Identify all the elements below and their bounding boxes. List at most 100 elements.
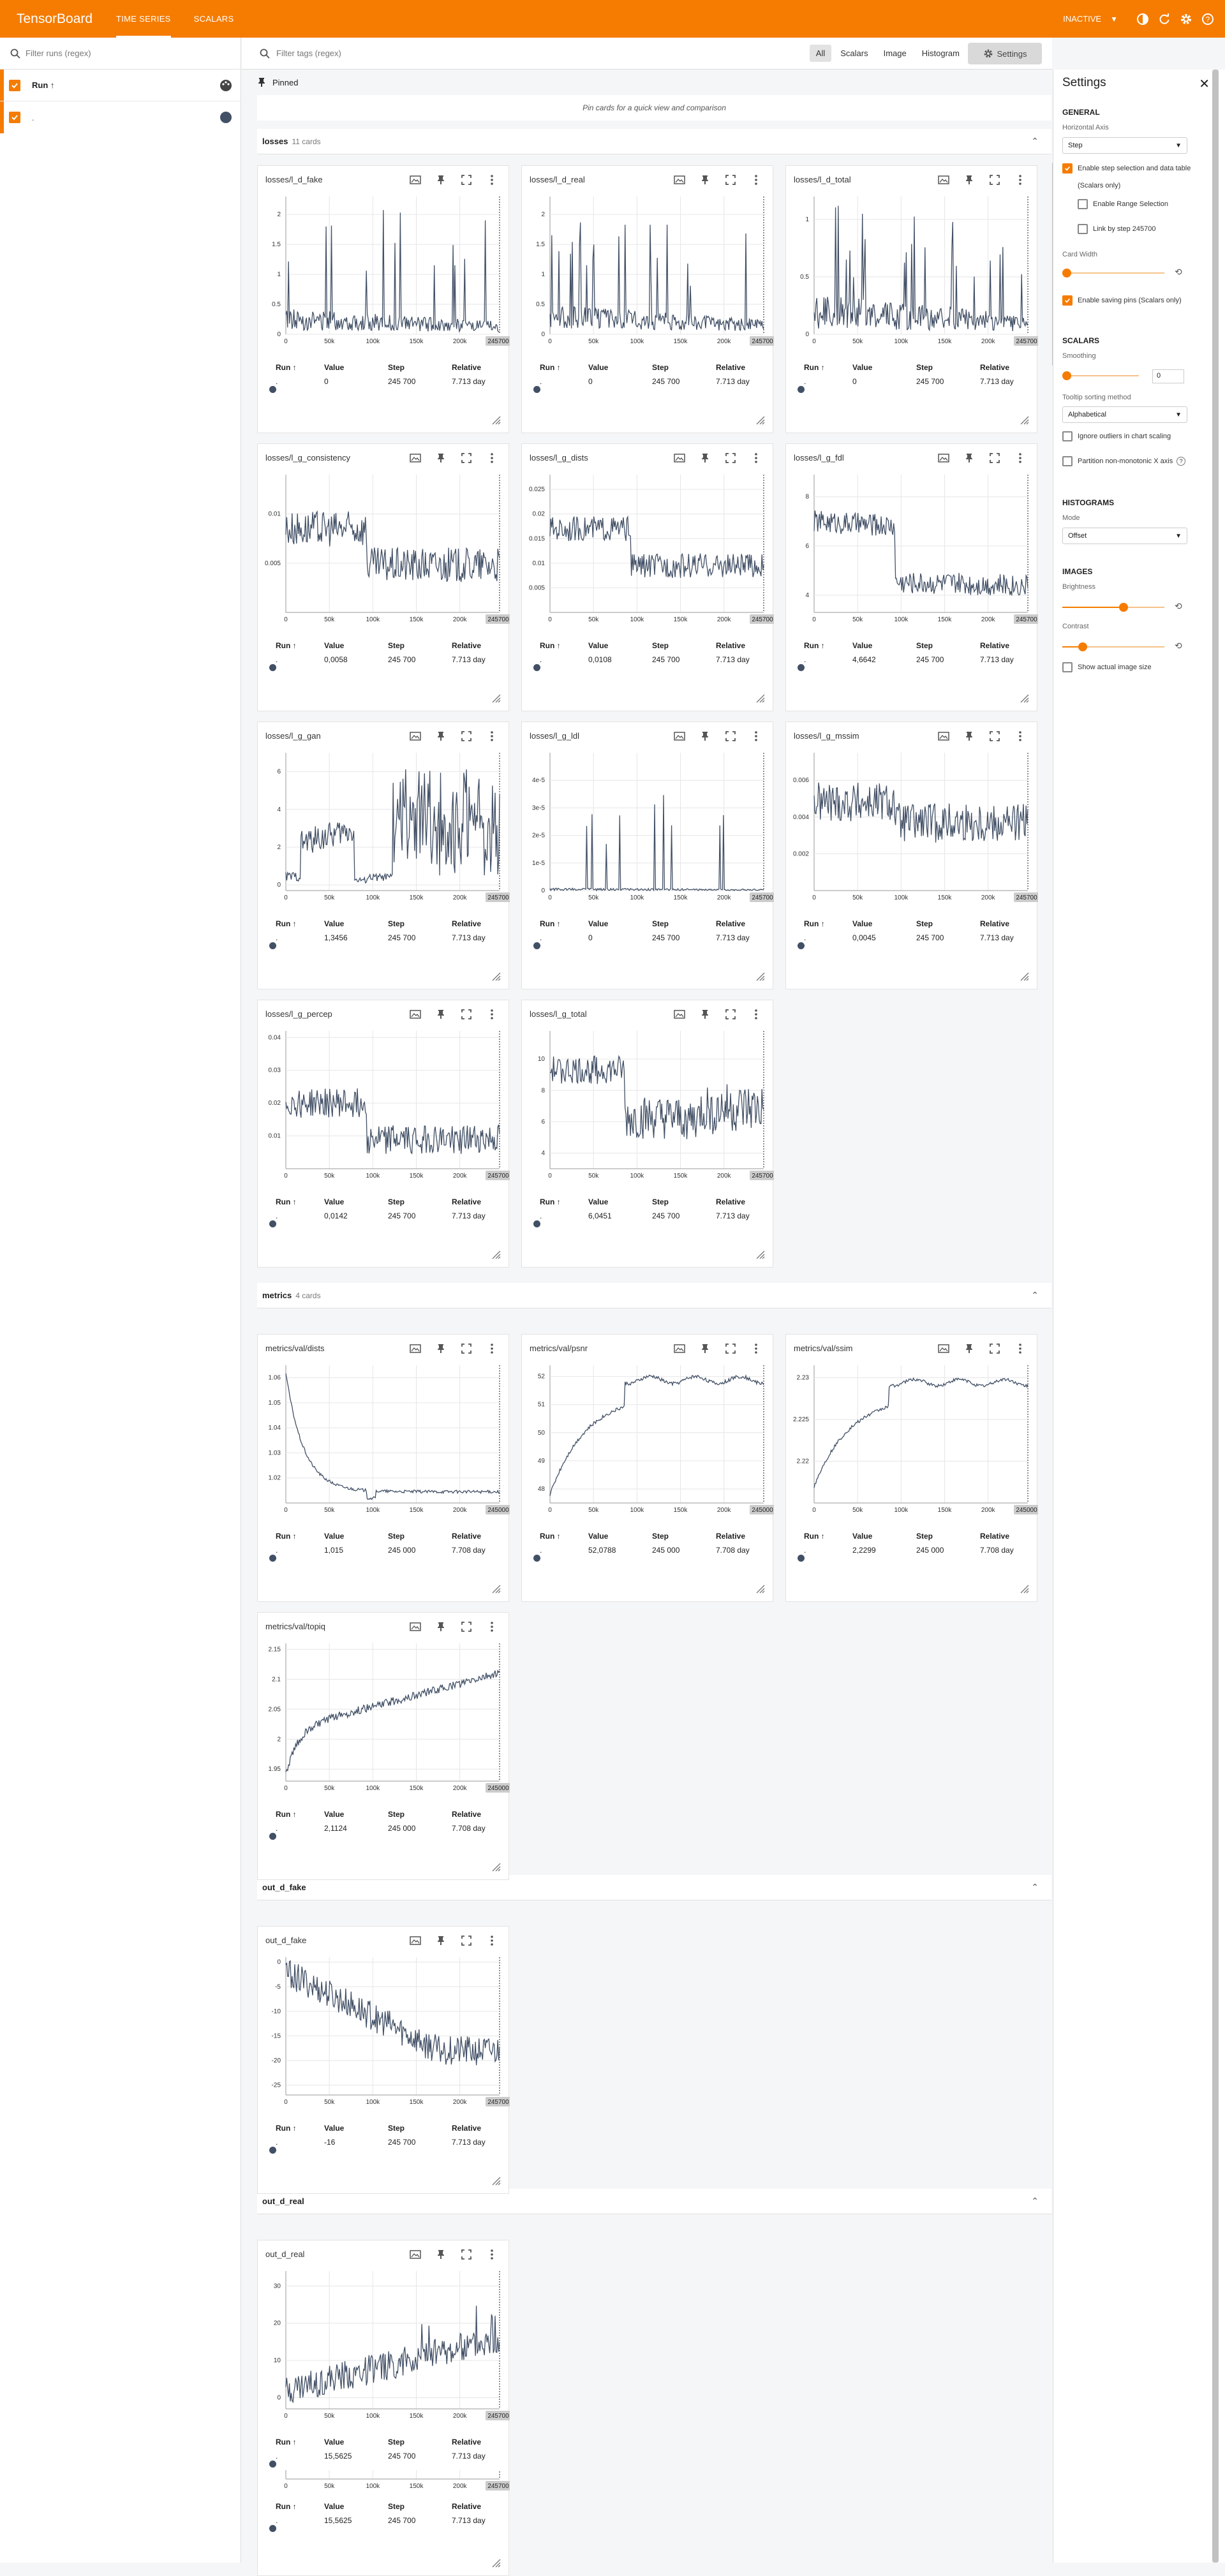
value-header[interactable]: Value: [852, 363, 872, 372]
run-header[interactable]: Run ↑: [276, 2124, 297, 2133]
reset-contrast-icon[interactable]: ⟲: [1175, 640, 1182, 651]
step-marker-label[interactable]: 245700: [750, 614, 774, 624]
value-header[interactable]: Value: [324, 919, 344, 928]
ignore-outliers-checkbox[interactable]: Ignore outliers in chart scaling: [1062, 431, 1171, 441]
fullscreen-icon[interactable]: [459, 1341, 474, 1356]
fullscreen-icon[interactable]: [723, 450, 738, 466]
series-line[interactable]: [285, 1669, 500, 1773]
run-header[interactable]: Run ↑: [276, 919, 297, 928]
relative-header[interactable]: Relative: [980, 1532, 1009, 1541]
resize-handle-icon[interactable]: [491, 2557, 501, 2568]
step-header[interactable]: Step: [652, 363, 669, 372]
step-marker-label[interactable]: 245700: [486, 2411, 510, 2420]
plugin-dropdown-icon[interactable]: ▼: [1110, 15, 1118, 24]
run-header[interactable]: Run ↑: [804, 363, 825, 372]
step-header[interactable]: Step: [916, 919, 933, 928]
line-chart[interactable]: 0 50k 100k 150k 200k 245700 0.01 0.02 0.03 0.04: [258, 1026, 510, 1192]
series-line[interactable]: [285, 510, 500, 582]
step-marker-label[interactable]: 245700: [486, 892, 510, 902]
line-chart[interactable]: 0 50k 100k 150k 200k 245700 0 -5 -10 -15 -20 -25: [258, 1952, 510, 2118]
resize-handle-icon[interactable]: [491, 1862, 501, 1872]
run-header[interactable]: Run ↑: [276, 1532, 297, 1541]
more-vert-icon[interactable]: [484, 729, 500, 744]
plugin-status[interactable]: INACTIVE: [1063, 14, 1101, 24]
run-header[interactable]: Run ↑: [276, 2502, 297, 2511]
line-chart[interactable]: 0 50k 100k 150k 200k 245700 0 0.5 1 1.5 2: [522, 191, 774, 357]
more-vert-icon[interactable]: [484, 2247, 500, 2262]
step-marker-label[interactable]: 245700: [486, 2481, 510, 2491]
line-chart[interactable]: 0 50k 100k 150k 200k 245700 0 0.5 1: [786, 191, 1038, 357]
series-line[interactable]: [813, 205, 1028, 332]
series-line[interactable]: [813, 1377, 1028, 1488]
chevron-up-icon[interactable]: ⌃: [1031, 136, 1039, 147]
pin-icon[interactable]: [697, 1341, 713, 1356]
run-header[interactable]: Run ↑: [540, 1532, 561, 1541]
step-marker-label[interactable]: 245700: [750, 1171, 774, 1180]
pin-icon[interactable]: [961, 172, 977, 188]
image-icon[interactable]: [936, 729, 951, 744]
line-chart[interactable]: 0 50k 100k 150k 200k 245700 0 10 20 30: [258, 2266, 510, 2432]
enable-range-selection-checkbox[interactable]: Enable Range Selection: [1078, 199, 1168, 209]
step-header[interactable]: Step: [388, 641, 405, 650]
run-header[interactable]: Run ↑: [540, 641, 561, 650]
step-marker-label[interactable]: 245700: [486, 614, 510, 624]
resize-handle-icon[interactable]: [755, 1249, 765, 1259]
step-header[interactable]: Step: [388, 2124, 405, 2133]
fullscreen-icon[interactable]: [723, 1341, 738, 1356]
line-chart[interactable]: 0 50k 100k 150k 200k 245000 2.22 2.225 2.23: [786, 1360, 1038, 1526]
tag-filter-input[interactable]: Filter tags (regex): [276, 48, 341, 58]
step-header[interactable]: Step: [388, 363, 405, 372]
image-icon[interactable]: [672, 1007, 687, 1022]
pin-icon[interactable]: [433, 1341, 449, 1356]
relative-header[interactable]: Relative: [452, 641, 481, 650]
value-header[interactable]: Value: [324, 2502, 344, 2511]
more-vert-icon[interactable]: [1013, 1341, 1028, 1356]
relative-header[interactable]: Relative: [452, 2124, 481, 2133]
run-header[interactable]: Run ↑: [540, 1197, 561, 1206]
pin-icon[interactable]: [433, 2247, 449, 2262]
series-line[interactable]: [285, 769, 500, 884]
image-icon[interactable]: [408, 729, 423, 744]
line-chart[interactable]: 0 50k 100k 150k 200k 245700 4 6 8: [786, 470, 1038, 635]
resize-handle-icon[interactable]: [491, 415, 501, 425]
relative-header[interactable]: Relative: [452, 363, 481, 372]
step-header[interactable]: Step: [652, 1532, 669, 1541]
step-marker-label[interactable]: 245000: [1014, 1505, 1038, 1514]
series-line[interactable]: [813, 510, 1028, 596]
run-column-header[interactable]: Run ↑: [32, 80, 54, 90]
gear-icon[interactable]: [1175, 13, 1197, 26]
more-vert-icon[interactable]: [1013, 450, 1028, 466]
series-line[interactable]: [285, 1960, 500, 2066]
tab-time-series[interactable]: TIME SERIES: [116, 0, 171, 38]
value-header[interactable]: Value: [324, 1197, 344, 1206]
series-line[interactable]: [549, 1055, 764, 1139]
run-header[interactable]: Run ↑: [276, 641, 297, 650]
resize-handle-icon[interactable]: [1019, 693, 1029, 703]
value-header[interactable]: Value: [588, 363, 608, 372]
relative-header[interactable]: Relative: [452, 2438, 481, 2446]
step-marker-label[interactable]: 245700: [486, 1171, 510, 1180]
resize-handle-icon[interactable]: [755, 693, 765, 703]
line-chart[interactable]: 0 50k 100k 150k 200k 245700 4 6 8 10: [522, 1026, 774, 1192]
help-icon[interactable]: ?: [1197, 13, 1219, 26]
more-vert-icon[interactable]: [484, 1619, 500, 1634]
series-line[interactable]: [549, 515, 764, 578]
value-header[interactable]: Value: [588, 641, 608, 650]
step-header[interactable]: Step: [916, 1532, 933, 1541]
step-header[interactable]: Step: [652, 641, 669, 650]
relative-header[interactable]: Relative: [452, 1532, 481, 1541]
step-marker-label[interactable]: 245000: [486, 1505, 510, 1514]
fullscreen-icon[interactable]: [459, 2247, 474, 2262]
more-vert-icon[interactable]: [748, 1007, 764, 1022]
resize-handle-icon[interactable]: [1019, 415, 1029, 425]
run-checkbox[interactable]: [9, 112, 20, 123]
value-header[interactable]: Value: [588, 919, 608, 928]
value-header[interactable]: Value: [852, 919, 872, 928]
more-vert-icon[interactable]: [484, 1933, 500, 1948]
series-line[interactable]: [813, 782, 1028, 843]
pin-icon[interactable]: [433, 729, 449, 744]
line-chart[interactable]: 0 50k 100k 150k 200k 245000 48 49 50 51 52: [522, 1360, 774, 1526]
line-chart[interactable]: 0 50k 100k 150k 200k 245000 1.95 2 2.05 2.1 2.15: [258, 1638, 510, 1804]
value-header[interactable]: Value: [324, 1810, 344, 1819]
fullscreen-icon[interactable]: [723, 172, 738, 188]
